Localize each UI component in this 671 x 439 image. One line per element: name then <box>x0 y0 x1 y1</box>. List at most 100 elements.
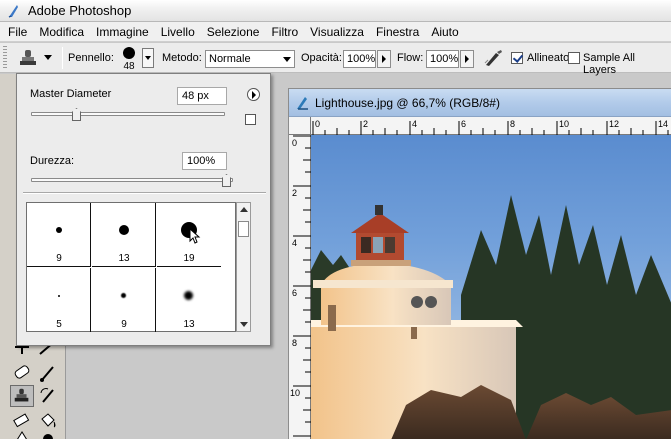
title-bar: Adobe Photoshop <box>0 0 671 22</box>
ruler-label: 8 <box>292 338 298 348</box>
panel-menu-button[interactable] <box>247 88 260 101</box>
hardness-thumb[interactable] <box>222 174 231 187</box>
clone-stamp-icon <box>20 50 36 65</box>
document-title-bar[interactable]: Lighthouse.jpg @ 66,7% (RGB/8#) <box>289 89 671 117</box>
brush-size-readout: 48 <box>123 61 135 72</box>
options-bar: Pennello: 48 Metodo: Normale Opacità: 10… <box>0 43 671 76</box>
opacity-value: 100% <box>347 53 376 65</box>
menu-modifica[interactable]: Modifica <box>33 22 90 42</box>
window-title: Adobe Photoshop <box>28 3 132 18</box>
brush-preset-size: 9 <box>121 319 127 330</box>
ruler-label: 4 <box>292 238 298 248</box>
dodge-icon[interactable] <box>36 429 60 439</box>
brush-tip-icon <box>56 227 62 233</box>
divider <box>62 47 63 69</box>
brush-preset[interactable]: 13 <box>92 203 156 267</box>
scroll-down-icon[interactable] <box>240 322 248 327</box>
brush-preset-grid: 9 13 19 5 9 13 <box>26 202 236 332</box>
brush-preset-size: 5 <box>56 319 62 330</box>
brush-preset-picker: Master Diameter 48 px Durezza: 100% 9 13… <box>16 73 271 346</box>
photoshop-document-icon <box>297 97 308 110</box>
ruler-label: 0 <box>292 138 298 148</box>
ruler-origin[interactable] <box>289 117 311 135</box>
vertical-ruler[interactable]: 0 2 4 6 8 10 <box>289 135 311 439</box>
brush-preset-size: 19 <box>183 253 195 264</box>
photoshop-feather-icon <box>6 3 22 19</box>
scroll-thumb[interactable] <box>238 221 249 237</box>
flow-slider-button[interactable] <box>460 50 474 68</box>
document-window: Lighthouse.jpg @ 66,7% (RGB/8#) 0 2 4 6 … <box>288 88 671 439</box>
chevron-down-icon <box>283 57 291 62</box>
sample-all-layers-checkbox[interactable] <box>568 52 580 64</box>
airbrush-icon[interactable] <box>484 49 504 67</box>
hardness-label: Durezza: <box>30 155 75 167</box>
brush-preset[interactable]: 13 <box>157 268 221 332</box>
mode-label: Metodo: <box>162 52 202 64</box>
aligned-label: Allineato <box>527 52 570 64</box>
brush-tip-icon <box>184 291 193 300</box>
menu-file[interactable]: File <box>2 22 33 42</box>
brush-tip-icon <box>58 295 60 297</box>
flow-label: Flow: <box>397 52 424 64</box>
panel-divider <box>23 192 266 194</box>
menu-immagine[interactable]: Immagine <box>90 22 155 42</box>
brush-list-scrollbar[interactable] <box>236 202 251 332</box>
mouse-cursor-icon <box>189 228 201 244</box>
brush-preset[interactable]: 19 <box>157 203 221 267</box>
history-brush-icon[interactable] <box>36 385 60 407</box>
opacity-slider-button[interactable] <box>377 50 391 68</box>
hardness-slider[interactable] <box>31 178 233 182</box>
tool-preset-picker[interactable] <box>14 48 58 68</box>
master-diameter-field[interactable]: 48 px <box>177 87 227 105</box>
ruler-label: 10 <box>290 388 301 398</box>
menu-filtro[interactable]: Filtro <box>265 22 304 42</box>
ruler-label: 2 <box>292 188 298 198</box>
brush-preset[interactable]: 9 <box>27 203 91 267</box>
hardness-value: 100% <box>187 155 216 167</box>
ruler-label: 10 <box>559 119 570 129</box>
mode-value: Normale <box>209 53 251 65</box>
options-bar-grip[interactable] <box>3 46 7 70</box>
scroll-up-icon[interactable] <box>240 207 248 212</box>
master-diameter-value: 48 px <box>182 90 209 102</box>
document-title: Lighthouse.jpg @ 66,7% (RGB/8#) <box>315 96 500 110</box>
brush-tip-icon <box>121 293 126 298</box>
mode-select[interactable]: Normale <box>205 50 295 68</box>
menu-aiuto[interactable]: Aiuto <box>425 22 464 42</box>
brush-preview[interactable]: 48 <box>118 46 140 72</box>
menu-selezione[interactable]: Selezione <box>201 22 266 42</box>
image-canvas[interactable] <box>311 135 671 439</box>
ruler-label: 8 <box>510 119 516 129</box>
reset-size-icon[interactable] <box>245 114 256 125</box>
brush-tip-icon <box>123 47 135 59</box>
aligned-checkbox[interactable] <box>511 52 523 64</box>
menu-bar: File Modifica Immagine Livello Selezione… <box>0 22 671 42</box>
menu-livello[interactable]: Livello <box>155 22 201 42</box>
master-diameter-thumb[interactable] <box>72 108 81 121</box>
opacity-field[interactable]: 100% <box>343 50 376 68</box>
menu-finestra[interactable]: Finestra <box>370 22 425 42</box>
ruler-label: 4 <box>412 119 418 129</box>
master-diameter-slider[interactable] <box>31 112 225 116</box>
brush-preset[interactable]: 5 <box>27 268 91 332</box>
brush-preset-size: 13 <box>183 319 195 330</box>
brush-icon[interactable] <box>36 362 60 384</box>
brush-picker-dropdown[interactable] <box>142 48 154 68</box>
hardness-field[interactable]: 100% <box>182 152 227 170</box>
chevron-down-icon <box>44 55 52 60</box>
brush-preset[interactable]: 9 <box>92 268 156 332</box>
menu-visualizza[interactable]: Visualizza <box>304 22 370 42</box>
healing-brush-icon[interactable] <box>10 362 34 384</box>
brush-label: Pennello: <box>68 52 114 64</box>
ruler-label: 0 <box>315 119 321 129</box>
brush-preset-size: 9 <box>56 253 62 264</box>
master-diameter-label: Master Diameter <box>30 88 112 100</box>
clone-stamp-tool-icon[interactable] <box>10 385 34 407</box>
blur-icon[interactable] <box>10 429 34 439</box>
opacity-label: Opacità: <box>301 52 342 64</box>
flow-field[interactable]: 100% <box>426 50 459 68</box>
brush-preset-size: 13 <box>118 253 130 264</box>
ruler-label: 2 <box>363 119 369 129</box>
horizontal-ruler[interactable]: 0 2 4 6 8 10 12 14 <box>311 117 671 135</box>
brush-tip-icon <box>119 225 129 235</box>
